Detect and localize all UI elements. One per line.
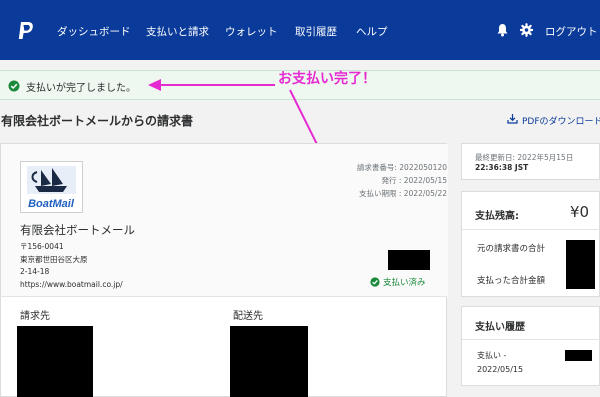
last-updated-time: 22:36:38 JST	[475, 163, 529, 172]
banner-message: 支払いが完了しました。	[26, 83, 136, 94]
download-icon[interactable]	[507, 113, 518, 124]
merchant-logo: BoatMail	[20, 161, 83, 213]
merchant-address1: 東京都世田谷区大原	[20, 255, 88, 264]
invoice-due-date: 支払い期限 : 2022/05/22	[358, 189, 447, 198]
merchant-url[interactable]: https://www.boatmail.co.jp/	[20, 280, 123, 289]
original-total-label: 元の請求書の合計	[477, 244, 546, 254]
invoice-title: 有限会社ボートメールからの請求書	[1, 114, 194, 128]
last-updated-label: 最終更新日: 2022年5月15日	[475, 153, 574, 162]
merchant-logo-text: BoatMail	[28, 198, 75, 210]
balance-label: 支払残高:	[475, 211, 519, 222]
top-navigation: ダッシュボード 支払いと請求 ウォレット 取引履歴 ヘルプ ログアウト	[0, 0, 600, 60]
check-circle-icon	[370, 277, 380, 287]
nav-activity[interactable]: 取引履歴	[295, 24, 337, 39]
redacted-bill-to	[17, 326, 93, 397]
redacted-ship-to	[230, 326, 308, 397]
divider	[462, 339, 600, 340]
paid-total-label: 支払った合計金額	[477, 276, 546, 286]
divider	[462, 229, 600, 230]
paypal-logo-icon[interactable]	[17, 21, 35, 41]
nav-dashboard[interactable]: ダッシュボード	[57, 24, 131, 39]
logout-button[interactable]: ログアウト	[545, 24, 598, 39]
annotation-label: お支払い完了！	[278, 71, 376, 87]
nav-payments-and-invoices[interactable]: 支払いと請求	[146, 24, 209, 39]
redacted-totals	[566, 240, 595, 289]
merchant-address2: 2-14-18	[20, 267, 50, 276]
redacted-history-amount	[565, 350, 592, 361]
bell-icon[interactable]	[496, 23, 509, 37]
bill-to-heading: 請求先	[20, 311, 50, 322]
divider	[0, 296, 447, 297]
payment-history-date: 2022/05/15	[477, 365, 524, 374]
invoice-number: 請求書番号: 2022050120	[356, 163, 447, 172]
ship-icon: BoatMail	[27, 166, 76, 210]
redacted-amount	[388, 250, 430, 270]
balance-value: ¥0	[570, 203, 590, 221]
invoice-issued-date: 発行 : 2022/05/15	[381, 176, 447, 185]
nav-help[interactable]: ヘルプ	[356, 24, 388, 39]
merchant-name: 有限会社ボートメール	[20, 223, 135, 237]
nav-wallet[interactable]: ウォレット	[225, 24, 278, 39]
payment-history-title: 支払い履歴	[475, 322, 525, 333]
ship-to-heading: 配送先	[233, 311, 263, 322]
merchant-postal: 〒156-0041	[20, 242, 64, 251]
payment-history-item: 支払い -	[477, 351, 507, 360]
check-circle-icon	[8, 80, 20, 92]
gear-icon[interactable]	[520, 23, 533, 37]
pdf-download-link[interactable]: PDFのダウンロード	[522, 114, 600, 127]
paid-status: 支払い済み	[383, 278, 426, 288]
